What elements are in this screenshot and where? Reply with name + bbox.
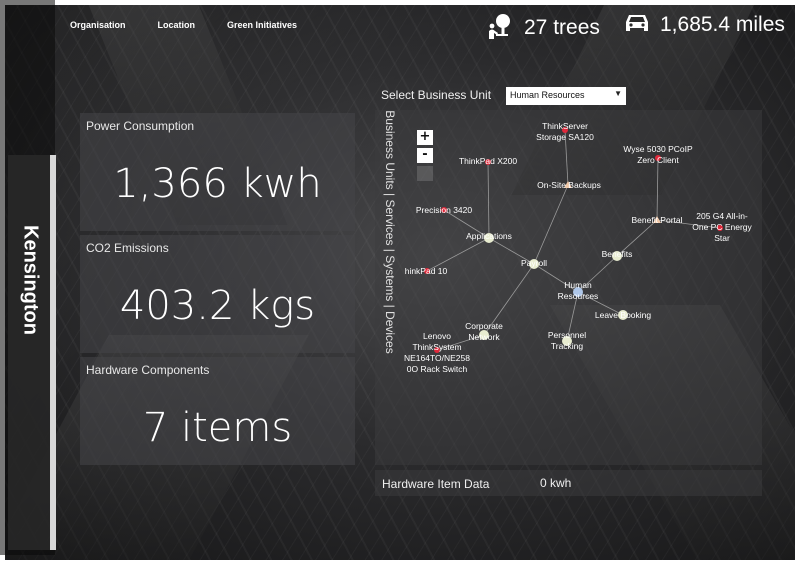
- graph-hierarchy-label: Business Units | Services | Systems | De…: [383, 110, 397, 354]
- zoom-reset-button[interactable]: [417, 166, 433, 181]
- hardware-item-value: 0 kwh: [540, 476, 572, 490]
- power-consumption-card: Power Consumption 1,366 kwh: [80, 113, 355, 231]
- hardware-item-label: Hardware Item Data: [382, 477, 490, 491]
- hardware-components-card: Hardware Components 7 items: [80, 357, 355, 465]
- trees-value: 27 trees: [524, 16, 600, 39]
- business-unit-select[interactable]: Human Resources ▼: [506, 87, 626, 105]
- location-title: Kensington: [19, 225, 42, 335]
- co2-emissions-value: 403.2 kgs: [119, 283, 316, 329]
- hardware-components-value: 7 items: [142, 405, 293, 451]
- power-consumption-label: Power Consumption: [86, 119, 195, 133]
- nav-location[interactable]: Location: [158, 20, 196, 30]
- trees-stat: 27 trees: [486, 12, 600, 44]
- network-graph-panel[interactable]: [375, 110, 762, 465]
- miles-value: 1,685.4 miles: [660, 13, 785, 36]
- co2-emissions-label: CO2 Emissions: [86, 241, 169, 255]
- nav-organisation[interactable]: Organisation: [70, 20, 126, 30]
- co2-emissions-card: CO2 Emissions 403.2 kgs: [80, 235, 355, 353]
- miles-stat: 1,685.4 miles: [624, 12, 785, 38]
- location-panel: [8, 155, 56, 550]
- business-unit-selected: Human Resources: [510, 90, 585, 100]
- caret-down-icon: ▼: [614, 89, 622, 98]
- zoom-in-button[interactable]: +: [417, 130, 433, 145]
- top-nav: Organisation Location Green Initiatives: [70, 20, 329, 30]
- hardware-components-label: Hardware Components: [86, 363, 210, 377]
- car-icon: [624, 12, 650, 38]
- power-consumption-value: 1,366 kwh: [113, 161, 322, 207]
- business-unit-label: Select Business Unit: [381, 88, 492, 102]
- nav-green-initiatives[interactable]: Green Initiatives: [227, 20, 297, 30]
- tree-person-icon: [486, 12, 514, 44]
- zoom-out-button[interactable]: -: [417, 148, 433, 163]
